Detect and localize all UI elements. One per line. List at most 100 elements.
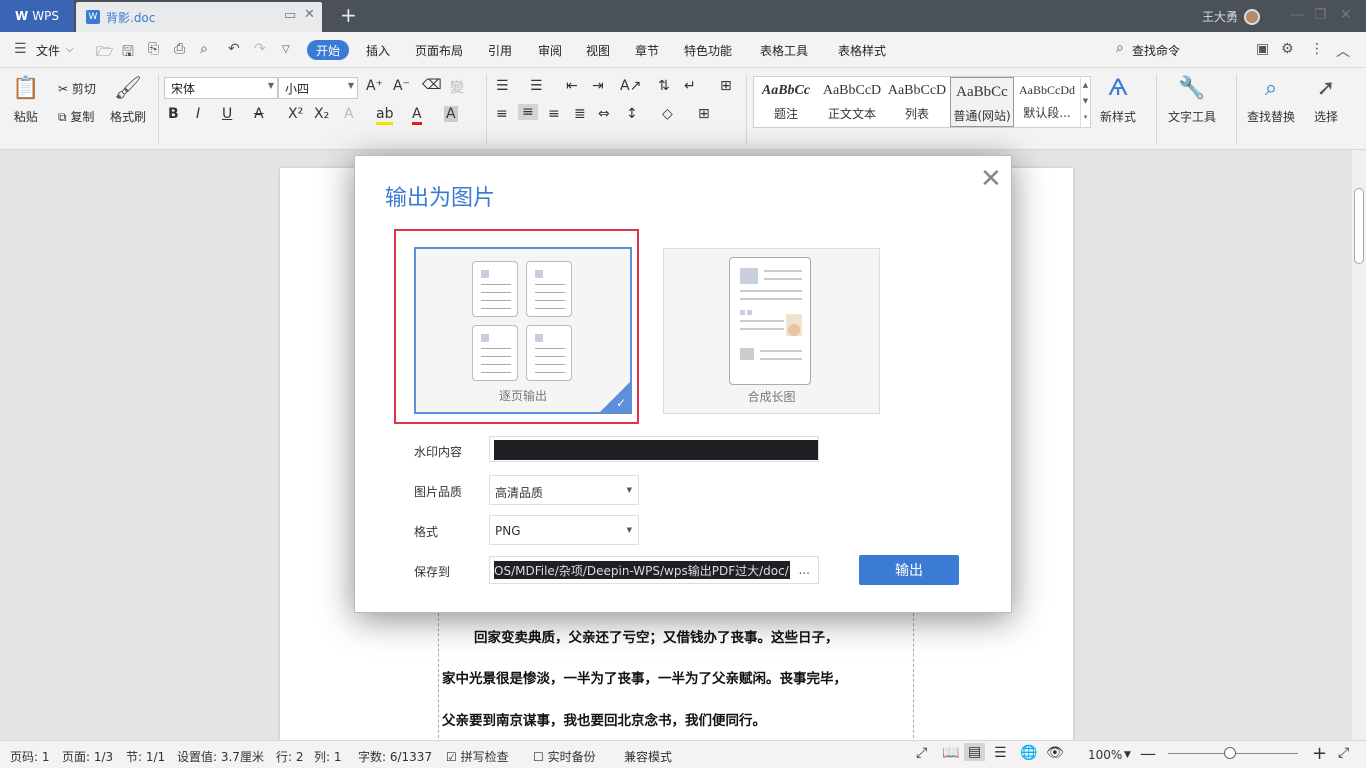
strikethrough-icon[interactable]: A: [254, 106, 264, 122]
zoom-slider-knob[interactable]: [1224, 747, 1236, 759]
window-close-icon[interactable]: ✕: [1340, 7, 1352, 23]
align-right-icon[interactable]: ≡: [548, 106, 560, 122]
zoom-level[interactable]: 100%: [1088, 748, 1122, 762]
text-tools-button[interactable]: 🔧 文字工具: [1168, 76, 1216, 125]
clear-format-icon[interactable]: ⌫: [422, 77, 442, 93]
scrollbar-thumb[interactable]: [1354, 188, 1364, 264]
zoom-out-icon[interactable]: —: [1140, 744, 1156, 763]
watermark-input-content[interactable]: [494, 440, 818, 460]
menu-features[interactable]: 特色功能: [684, 42, 732, 59]
search-icon[interactable]: ⌕: [1116, 40, 1124, 56]
style-list[interactable]: AaBbCcD 列表: [885, 77, 949, 127]
distribute-icon[interactable]: ⇔: [598, 106, 610, 122]
web-view-icon[interactable]: 🌐: [1020, 745, 1037, 761]
subscript-icon[interactable]: X₂: [314, 106, 329, 122]
zoom-in-icon[interactable]: +: [1312, 743, 1327, 764]
export-button[interactable]: 输出: [859, 555, 959, 585]
fit-window-icon[interactable]: ⤢: [1338, 745, 1349, 761]
font-name-select[interactable]: 宋体 ▼: [164, 77, 278, 99]
highlight-icon[interactable]: ab: [376, 106, 394, 125]
new-style-button[interactable]: Ѧ 新样式: [1100, 76, 1136, 125]
save-icon[interactable]: 🖫: [122, 41, 134, 65]
menu-file[interactable]: 文件: [36, 42, 60, 59]
print-preview-icon[interactable]: ⌕: [200, 41, 208, 57]
menu-section[interactable]: 章节: [635, 42, 659, 59]
status-word-count[interactable]: 字数: 6/1337: [358, 748, 432, 765]
fullscreen-icon[interactable]: ⤢: [916, 745, 927, 761]
justify-icon[interactable]: ≣: [574, 106, 586, 122]
browse-button[interactable]: ...: [799, 563, 810, 577]
maximize-icon[interactable]: ❐: [1314, 7, 1327, 23]
restore-tab-icon[interactable]: ▭: [284, 8, 296, 23]
export-pdf-icon[interactable]: ⎘: [148, 41, 159, 57]
menu-start[interactable]: 开始: [307, 40, 349, 60]
status-setting[interactable]: 设置值: 3.7厘米: [177, 748, 264, 765]
style-default-paragraph[interactable]: AaBbCcDd 默认段...: [1015, 77, 1079, 127]
align-center-icon[interactable]: ≡: [518, 104, 538, 120]
sort-icon[interactable]: ⇅: [658, 78, 670, 94]
hamburger-icon[interactable]: ☰: [14, 41, 27, 57]
redo-icon[interactable]: ↷: [254, 41, 266, 57]
spellcheck-button[interactable]: ☑ 拼写检查: [446, 748, 509, 765]
settings-gear-icon[interactable]: ⚙: [1281, 41, 1294, 57]
skin-icon[interactable]: ▣: [1256, 41, 1269, 57]
collapse-ribbon-icon[interactable]: ︿: [1336, 41, 1350, 61]
compat-mode[interactable]: 兼容模式: [624, 748, 672, 765]
menu-view[interactable]: 视图: [586, 42, 610, 59]
show-marks-icon[interactable]: ↵: [684, 78, 696, 94]
line-spacing-icon[interactable]: ↕: [626, 106, 638, 122]
decrease-indent-icon[interactable]: ⇤: [566, 78, 578, 94]
menu-page-layout[interactable]: 页面布局: [415, 42, 463, 59]
print-icon[interactable]: ⎙: [174, 41, 185, 57]
bold-icon[interactable]: B: [168, 106, 179, 122]
underline-icon[interactable]: U: [222, 106, 232, 122]
read-mode-icon[interactable]: 📖: [942, 745, 959, 761]
menu-table-style[interactable]: 表格样式: [838, 42, 886, 59]
undo-icon[interactable]: ↶: [228, 41, 240, 57]
font-color-icon[interactable]: A: [412, 106, 422, 125]
new-tab-button[interactable]: +: [340, 3, 357, 27]
outline-view-icon[interactable]: ☰: [994, 745, 1007, 761]
format-painter-button[interactable]: 🖌 格式刷: [110, 76, 146, 125]
menu-references[interactable]: 引用: [488, 42, 512, 59]
close-tab-icon[interactable]: ✕: [304, 7, 315, 22]
find-replace-button[interactable]: ⌕ 查找替换: [1247, 76, 1295, 125]
menu-review[interactable]: 审阅: [538, 42, 562, 59]
page-view-icon[interactable]: ▤: [964, 743, 986, 761]
option-per-page[interactable]: 逐页输出 ✓: [414, 247, 632, 414]
shrink-font-icon[interactable]: A⁻: [393, 78, 410, 94]
select-button[interactable]: ➚ 选择: [1314, 76, 1338, 125]
save-path-input[interactable]: OS/MDFile/杂项/Deepin-WPS/wps输出PDF过大/doc/ …: [489, 556, 819, 584]
option-long-image[interactable]: 合成长图: [663, 248, 880, 414]
italic-icon[interactable]: I: [196, 106, 200, 122]
numbered-list-icon[interactable]: ☰: [530, 78, 543, 94]
text-effect-icon[interactable]: A: [344, 106, 354, 122]
user-account[interactable]: 王大勇: [1202, 8, 1261, 25]
status-col[interactable]: 列: 1: [314, 748, 342, 765]
document-tab[interactable]: W 背影.doc ▭ ✕: [76, 2, 322, 32]
style-scroll[interactable]: ▲ ▼ ▾: [1080, 77, 1090, 127]
dialog-close-icon[interactable]: ✕: [980, 164, 1002, 194]
search-command[interactable]: 查找命令: [1132, 42, 1180, 59]
style-body-text[interactable]: AaBbCcD 正文文本: [820, 77, 884, 127]
status-page-number[interactable]: 页码: 1: [10, 748, 50, 765]
status-section[interactable]: 节: 1/1: [126, 748, 165, 765]
quality-select[interactable]: 高清品质 ▼: [489, 475, 639, 505]
open-icon[interactable]: 🗁: [96, 41, 113, 65]
zoom-dropdown-icon[interactable]: ▼: [1124, 750, 1131, 760]
bullet-list-icon[interactable]: ☰: [496, 78, 509, 94]
text-direction-icon[interactable]: A↗: [620, 78, 641, 94]
copy-button[interactable]: ⧉ 复制: [58, 108, 94, 125]
align-left-icon[interactable]: ≡: [496, 106, 508, 122]
cut-button[interactable]: ✂ 剪切: [58, 80, 96, 97]
font-size-select[interactable]: 小四 ▼: [278, 77, 358, 99]
borders-icon[interactable]: ⊞: [698, 106, 710, 122]
file-dropdown-icon[interactable]: ⌵: [66, 44, 74, 55]
phonetic-icon[interactable]: 變: [450, 77, 464, 97]
eye-protect-icon[interactable]: 👁: [1046, 745, 1064, 761]
char-shading-icon[interactable]: A: [444, 106, 458, 122]
style-caption[interactable]: AaBbCc 题注: [754, 77, 818, 127]
superscript-icon[interactable]: X²: [288, 106, 303, 122]
increase-indent-icon[interactable]: ⇥: [592, 78, 604, 94]
backup-button[interactable]: ☐ 实时备份: [533, 748, 596, 765]
